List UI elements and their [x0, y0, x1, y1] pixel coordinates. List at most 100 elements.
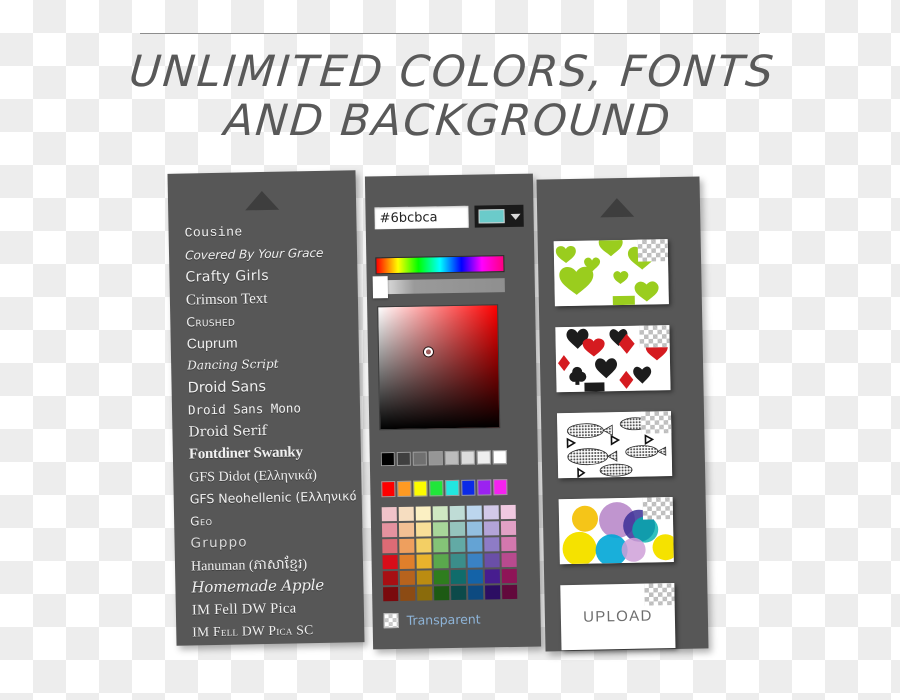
- palette-swatch[interactable]: [381, 506, 397, 522]
- bright-swatch[interactable]: [381, 481, 396, 498]
- palette-swatch[interactable]: [449, 521, 466, 537]
- palette-swatch[interactable]: [500, 520, 517, 536]
- bright-swatch-row[interactable]: [381, 479, 508, 498]
- font-list-item[interactable]: Hanuman (ភាសាខ្មែរ): [191, 552, 357, 578]
- palette-swatch[interactable]: [399, 538, 415, 553]
- saturation-value-cursor[interactable]: [423, 347, 434, 357]
- palette-swatch[interactable]: [383, 586, 399, 602]
- color-swatch-dropdown[interactable]: [474, 204, 524, 228]
- alpha-slider-handle[interactable]: [372, 276, 389, 299]
- palette-swatch[interactable]: [398, 506, 414, 521]
- palette-swatch[interactable]: [501, 552, 517, 568]
- palette-swatch[interactable]: [450, 553, 466, 569]
- palette-swatch[interactable]: [450, 569, 467, 585]
- font-list-item[interactable]: Covered By Your Grace: [185, 241, 351, 267]
- font-list-item[interactable]: Droid Serif: [188, 418, 354, 444]
- grayscale-swatch[interactable]: [396, 451, 411, 466]
- palette-swatch[interactable]: [433, 554, 449, 569]
- palette-swatch[interactable]: [484, 537, 500, 552]
- palette-swatch[interactable]: [382, 538, 398, 554]
- palette-swatch[interactable]: [483, 521, 500, 536]
- palette-swatch[interactable]: [433, 570, 450, 585]
- palette-swatch[interactable]: [381, 522, 398, 538]
- grayscale-swatch[interactable]: [444, 450, 459, 466]
- palette-swatch[interactable]: [450, 537, 466, 553]
- palette-swatch[interactable]: [416, 538, 432, 553]
- font-list[interactable]: Cousine Covered By Your Grace Crafty Girls…: [184, 218, 358, 643]
- palette-swatch[interactable]: [415, 506, 431, 521]
- transparent-option[interactable]: Transparent: [383, 612, 481, 629]
- palette-swatch[interactable]: [432, 506, 448, 521]
- font-list-item-label: GFS Neohellenic (Ελληνικά): [189, 488, 356, 507]
- palette-swatch[interactable]: [467, 569, 484, 584]
- font-list-item[interactable]: Gruppo: [190, 529, 356, 555]
- palette-swatch[interactable]: [468, 585, 484, 600]
- font-list-item[interactable]: Crafty Girls: [185, 263, 351, 289]
- palette-swatch[interactable]: [416, 554, 432, 569]
- bright-swatch[interactable]: [429, 480, 444, 497]
- background-thumbnail-circles[interactable]: [558, 497, 674, 565]
- font-list-item[interactable]: Crimson Text: [186, 286, 352, 312]
- palette-swatch[interactable]: [451, 585, 467, 601]
- background-thumbnail-green-hearts[interactable]: [553, 239, 669, 307]
- palette-swatch[interactable]: [382, 554, 398, 570]
- font-list-item[interactable]: IM Fell DW Pica: [192, 596, 358, 622]
- font-list-item[interactable]: GFS Didot (Ελληνικά): [189, 463, 355, 489]
- palette-swatch[interactable]: [434, 586, 450, 601]
- font-list-item[interactable]: Dancing Script: [187, 351, 353, 377]
- grayscale-swatch[interactable]: [492, 450, 507, 465]
- palette-swatch[interactable]: [399, 570, 416, 585]
- bright-swatch[interactable]: [461, 479, 476, 496]
- palette-swatch[interactable]: [382, 570, 399, 586]
- palette-swatch[interactable]: [484, 569, 501, 584]
- palette-swatch[interactable]: [500, 504, 516, 520]
- palette-swatch[interactable]: [483, 505, 499, 520]
- font-list-item[interactable]: Geo: [190, 507, 356, 533]
- palette-swatch[interactable]: [433, 538, 449, 553]
- bright-swatch[interactable]: [397, 480, 412, 497]
- palette-swatch[interactable]: [449, 505, 465, 521]
- palette-swatch[interactable]: [416, 570, 433, 585]
- palette-swatch[interactable]: [501, 536, 517, 552]
- bright-swatch[interactable]: [493, 479, 508, 496]
- font-list-item[interactable]: Cousine: [184, 218, 350, 244]
- grayscale-swatch[interactable]: [428, 451, 443, 466]
- alpha-slider[interactable]: [375, 278, 505, 295]
- palette-swatch[interactable]: [398, 522, 415, 537]
- palette-swatch[interactable]: [467, 553, 483, 568]
- palette-swatch[interactable]: [466, 505, 482, 520]
- palette-swatch[interactable]: [467, 537, 483, 552]
- font-list-item[interactable]: GFS Neohellenic (Ελληνικά): [190, 485, 356, 510]
- triangle-up-icon[interactable]: [244, 190, 280, 211]
- palette-swatch[interactable]: [501, 568, 518, 584]
- background-thumbnail-card-suits[interactable]: [555, 325, 671, 393]
- triangle-up-icon[interactable]: [599, 197, 635, 218]
- palette-swatch[interactable]: [432, 522, 449, 537]
- bright-swatch[interactable]: [445, 479, 460, 497]
- palette-swatch[interactable]: [484, 553, 500, 568]
- palette-swatch[interactable]: [400, 586, 416, 601]
- font-list-item[interactable]: Fontdiner Swanky: [189, 440, 355, 466]
- hex-color-input[interactable]: [374, 205, 469, 230]
- bright-swatch[interactable]: [477, 479, 492, 496]
- palette-swatch[interactable]: [466, 521, 483, 536]
- font-list-item[interactable]: IM Fell DW Pica SC: [192, 618, 358, 643]
- background-thumbnail-fish[interactable]: [556, 411, 673, 479]
- background-thumbnail-upload[interactable]: UPLOAD: [560, 583, 676, 651]
- palette-swatch[interactable]: [399, 554, 415, 569]
- hue-slider[interactable]: [375, 255, 505, 275]
- grayscale-swatch[interactable]: [380, 452, 395, 467]
- palette-swatch[interactable]: [502, 584, 518, 600]
- saturation-value-area[interactable]: [377, 304, 501, 431]
- grayscale-swatch[interactable]: [460, 450, 475, 465]
- font-list-item[interactable]: Droid Sans: [187, 374, 353, 400]
- palette-swatch[interactable]: [415, 522, 432, 537]
- transparent-checkbox[interactable]: [383, 612, 399, 629]
- palette-swatch[interactable]: [485, 585, 501, 600]
- bright-swatch[interactable]: [413, 480, 428, 497]
- grayscale-swatch[interactable]: [476, 450, 491, 465]
- grayscale-swatch-row[interactable]: [380, 450, 507, 467]
- color-palette-grid[interactable]: [381, 504, 518, 602]
- palette-swatch[interactable]: [417, 586, 433, 601]
- grayscale-swatch[interactable]: [412, 451, 427, 466]
